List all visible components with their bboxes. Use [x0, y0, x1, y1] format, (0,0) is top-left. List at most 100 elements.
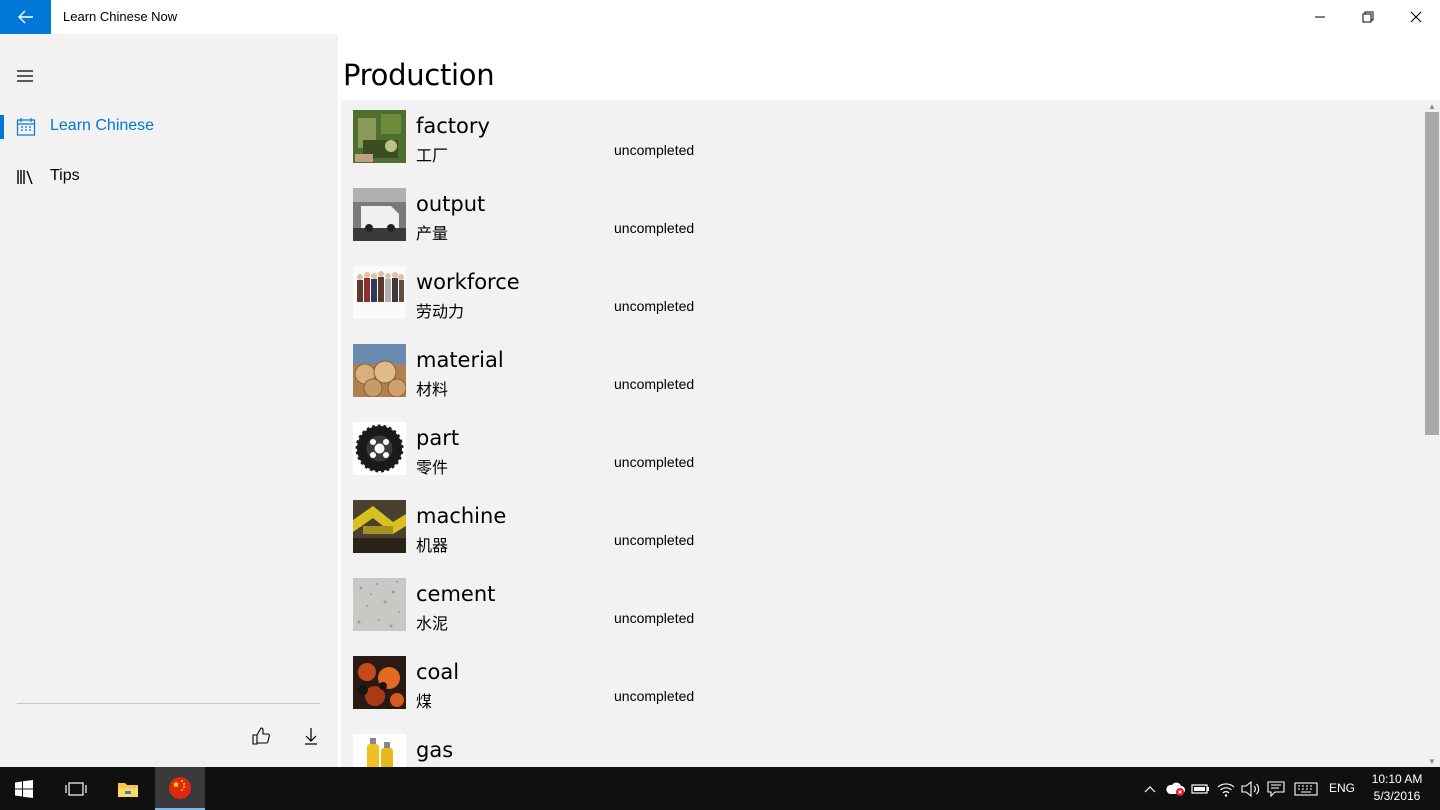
nav-item-tips[interactable]: Tips: [0, 155, 338, 199]
word-list: factory 工厂 uncompleted output 产量 uncompl…: [341, 100, 1424, 767]
title-bar: Learn Chinese Now: [0, 0, 1440, 34]
hamburger-icon: [17, 70, 33, 82]
vertical-scrollbar[interactable]: ▲ ▼: [1424, 100, 1440, 767]
restore-icon: [1362, 11, 1374, 23]
list-item[interactable]: cement 水泥 uncompleted: [341, 568, 1424, 646]
scroll-down-button[interactable]: ▼: [1424, 755, 1440, 767]
close-icon: [1410, 11, 1422, 23]
list-item[interactable]: coal 煤 uncompleted: [341, 646, 1424, 724]
action-center-button[interactable]: [1266, 779, 1286, 799]
thumbs-up-icon: [252, 727, 270, 745]
menu-button[interactable]: [0, 60, 50, 92]
back-button[interactable]: [0, 0, 51, 34]
navigation-pane: Learn Chinese Tips: [0, 34, 338, 767]
folder-icon: [118, 782, 138, 797]
arrow-left-icon: [17, 10, 33, 24]
network-button[interactable]: [1216, 779, 1236, 799]
cement-thumbnail: [353, 578, 406, 631]
clock-date: 5/3/2016: [1373, 789, 1421, 803]
word-english: factory: [416, 114, 490, 138]
word-english: part: [416, 426, 460, 450]
volume-button[interactable]: [1241, 779, 1261, 799]
word-status: uncompleted: [614, 532, 695, 548]
minimize-icon: [1315, 16, 1325, 18]
list-item[interactable]: part 零件 uncompleted: [341, 412, 1424, 490]
scroll-thumb[interactable]: [1425, 112, 1439, 435]
list-item[interactable]: output 产量 uncompleted: [341, 178, 1424, 256]
close-button[interactable]: [1392, 0, 1440, 34]
material-thumbnail: [353, 344, 406, 397]
download-button[interactable]: [297, 722, 325, 750]
battery-icon: [1191, 784, 1209, 794]
nav-label-tips: Tips: [50, 167, 80, 184]
coal-thumbnail: [353, 656, 406, 709]
list-item[interactable]: gas: [341, 724, 1424, 767]
word-status: uncompleted: [614, 454, 695, 470]
word-english: output: [416, 192, 486, 216]
list-item[interactable]: workforce 劳动力 uncompleted: [341, 256, 1424, 334]
word-english: cement: [416, 582, 496, 606]
china-flag-icon: [169, 776, 191, 799]
rate-button[interactable]: [247, 722, 275, 750]
scroll-up-button[interactable]: ▲: [1424, 100, 1440, 112]
word-status: uncompleted: [614, 142, 695, 158]
word-english: workforce: [416, 270, 520, 294]
cloud-error-icon: [1166, 782, 1185, 796]
list-item[interactable]: material 材料 uncompleted: [341, 334, 1424, 412]
word-chinese: 零件: [416, 460, 449, 477]
minimize-button[interactable]: [1296, 0, 1344, 34]
word-english: machine: [416, 504, 507, 528]
word-chinese: 材料: [416, 382, 449, 399]
task-view-icon: [65, 781, 87, 796]
word-status: uncompleted: [614, 610, 695, 626]
onedrive-status-button[interactable]: [1166, 779, 1186, 799]
wifi-icon: [1217, 783, 1235, 797]
workforce-thumbnail: [353, 266, 406, 319]
output-thumbnail: [353, 188, 406, 241]
sidebar-divider: [17, 703, 320, 704]
restore-button[interactable]: [1344, 0, 1392, 34]
battery-button[interactable]: [1191, 779, 1211, 799]
taskbar: ENG 10:10 AM 5/3/2016: [0, 767, 1440, 810]
input-language-indicator[interactable]: ENG: [1329, 781, 1355, 795]
word-status: uncompleted: [614, 220, 695, 236]
machine-thumbnail: [353, 500, 406, 553]
file-explorer-button[interactable]: [104, 767, 152, 810]
clock-time: 10:10 AM: [1371, 772, 1423, 786]
part-thumbnail: [353, 422, 406, 475]
list-item[interactable]: machine 机器 uncompleted: [341, 490, 1424, 568]
word-english: material: [416, 348, 504, 372]
word-status: uncompleted: [614, 376, 695, 392]
learn-chinese-taskbar-button[interactable]: [155, 767, 205, 810]
calendar-icon: [16, 118, 36, 136]
word-chinese: 水泥: [416, 616, 449, 633]
selection-indicator: [0, 115, 4, 139]
word-english: coal: [416, 660, 460, 684]
clock[interactable]: 10:10 AM 5/3/2016: [1366, 771, 1428, 805]
page-title: Production: [343, 58, 495, 92]
nav-item-learn-chinese[interactable]: Learn Chinese: [0, 105, 338, 149]
chevron-up-icon: [1144, 786, 1156, 793]
word-status: uncompleted: [614, 688, 695, 704]
task-view-button[interactable]: [52, 767, 100, 810]
word-chinese: 产量: [416, 226, 449, 243]
word-status: uncompleted: [614, 298, 695, 314]
word-english: gas: [416, 738, 454, 762]
windows-icon: [15, 779, 33, 798]
show-hidden-icons-button[interactable]: [1140, 779, 1160, 799]
nav-label-learn-chinese: Learn Chinese: [50, 117, 155, 134]
app-title: Learn Chinese Now: [63, 9, 178, 24]
speaker-icon: [1241, 781, 1260, 797]
factory-thumbnail: [353, 110, 406, 163]
keyboard-icon: [1294, 782, 1318, 796]
list-item[interactable]: factory 工厂 uncompleted: [341, 100, 1424, 178]
start-button[interactable]: [0, 767, 48, 810]
library-icon: [17, 170, 33, 185]
touch-keyboard-button[interactable]: [1294, 779, 1318, 799]
word-chinese: 机器: [416, 538, 449, 555]
download-icon: [305, 728, 317, 745]
word-chinese: 煤: [416, 694, 433, 711]
gas-thumbnail: [353, 734, 406, 767]
word-chinese: 劳动力: [416, 304, 465, 321]
notification-icon: [1267, 781, 1285, 797]
